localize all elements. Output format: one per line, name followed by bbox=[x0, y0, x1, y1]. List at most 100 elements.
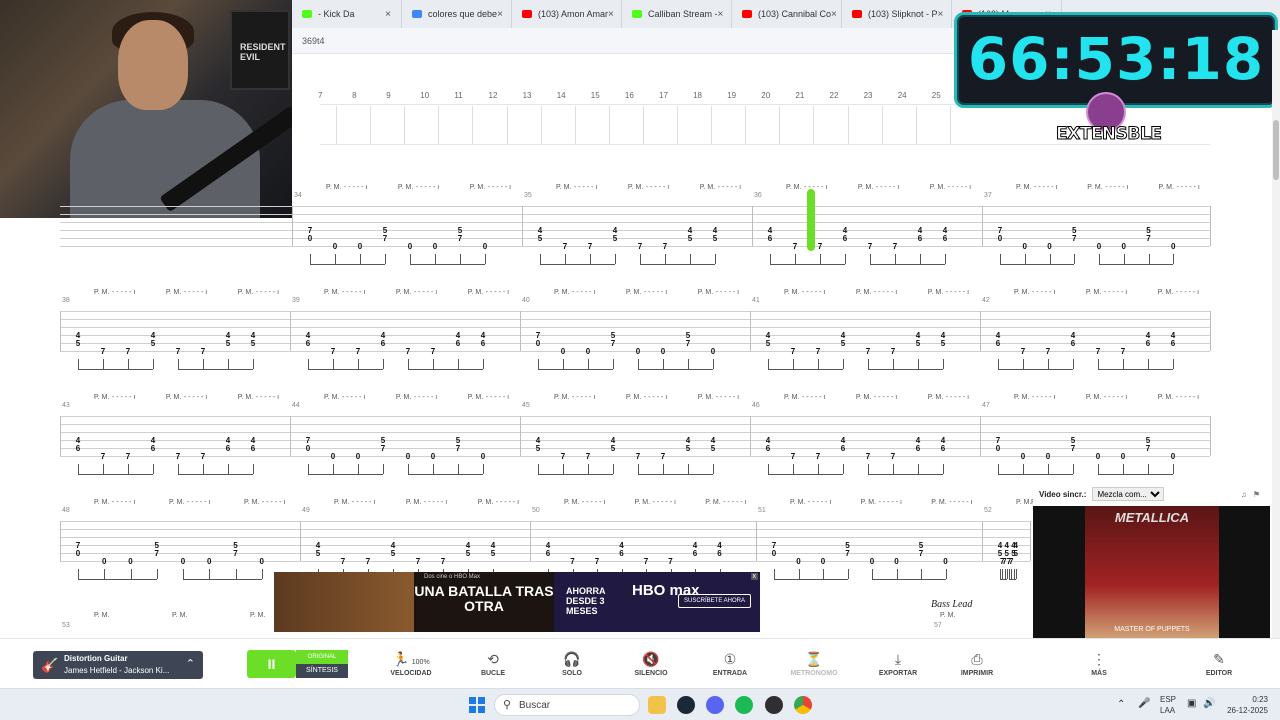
ruler-measure-number[interactable]: 12 bbox=[489, 91, 498, 100]
video-player[interactable]: METALLICA MASTER OF PUPPETS bbox=[1033, 506, 1270, 638]
ruler-measure-number[interactable]: 18 bbox=[693, 91, 702, 100]
tab-note[interactable]: 0 bbox=[179, 557, 187, 566]
language-indicator[interactable]: ESP bbox=[1160, 695, 1176, 704]
tab-note[interactable]: 0 bbox=[996, 234, 1004, 243]
tab-note[interactable]: 0 bbox=[1094, 452, 1102, 461]
tab-note[interactable]: 0 bbox=[127, 557, 135, 566]
tab-note[interactable]: 0 bbox=[306, 234, 314, 243]
tab-note[interactable]: 7 bbox=[889, 347, 897, 356]
tab-note[interactable]: 0 bbox=[1119, 452, 1127, 461]
tab-note[interactable]: 5 bbox=[709, 444, 717, 453]
tab-note[interactable]: 0 bbox=[994, 444, 1002, 453]
ruler-measure-number[interactable]: 17 bbox=[659, 91, 668, 100]
tab-note[interactable]: 0 bbox=[1046, 242, 1054, 251]
tab-note[interactable]: 5 bbox=[149, 339, 157, 348]
tab-note[interactable]: 5 bbox=[609, 444, 617, 453]
tab-note[interactable]: 0 bbox=[1019, 452, 1027, 461]
tab-note[interactable]: 7 bbox=[636, 242, 644, 251]
flag-icon[interactable]: ⚑ bbox=[1253, 490, 1260, 499]
pause-button[interactable]: II bbox=[247, 650, 296, 678]
tab-note[interactable]: 5 bbox=[684, 444, 692, 453]
tab-note[interactable]: 7 bbox=[559, 452, 567, 461]
tab-note[interactable]: 0 bbox=[406, 242, 414, 251]
tab-note[interactable]: 6 bbox=[618, 549, 626, 558]
close-tab-icon[interactable]: × bbox=[831, 9, 837, 20]
tab-note[interactable]: 0 bbox=[431, 242, 439, 251]
tab-note[interactable]: 5 bbox=[74, 339, 82, 348]
ruler-measure-number[interactable]: 15 bbox=[591, 91, 600, 100]
tab-note[interactable]: 7 bbox=[864, 347, 872, 356]
tab-note[interactable]: 0 bbox=[354, 452, 362, 461]
ruler-measure-number[interactable]: 23 bbox=[864, 91, 873, 100]
chrome-icon[interactable] bbox=[794, 696, 812, 714]
audio-mode-toggle[interactable]: ORIGINAL SÍNTESIS bbox=[296, 650, 348, 678]
ruler-measure-number[interactable]: 14 bbox=[557, 91, 566, 100]
tab-note[interactable]: 7 bbox=[456, 234, 464, 243]
tab-note[interactable]: 6 bbox=[479, 339, 487, 348]
tab-note[interactable]: 0 bbox=[1169, 452, 1177, 461]
tab-note[interactable]: 0 bbox=[258, 557, 266, 566]
advertisement-banner[interactable]: Dos cine o HBO Max UNA BATALLA TRAS OTRA… bbox=[274, 572, 760, 632]
tab-note[interactable]: 7 bbox=[866, 242, 874, 251]
tab-note[interactable]: 6 bbox=[149, 444, 157, 453]
tab-note[interactable]: 0 bbox=[304, 444, 312, 453]
tab-note[interactable]: 7 bbox=[381, 234, 389, 243]
tab-note[interactable]: 7 bbox=[199, 347, 207, 356]
tab-note[interactable]: 7 bbox=[124, 347, 132, 356]
browser-tab[interactable]: (103) Amon Amar × bbox=[512, 0, 622, 28]
tab-note[interactable]: 6 bbox=[841, 234, 849, 243]
scrollbar-thumb[interactable] bbox=[1273, 120, 1279, 180]
playback-cursor[interactable] bbox=[807, 189, 815, 251]
tab-note[interactable]: 0 bbox=[479, 452, 487, 461]
tab-note[interactable]: 7 bbox=[99, 452, 107, 461]
tab-note[interactable]: 0 bbox=[868, 557, 876, 566]
clock-date[interactable]: 26-12-2025 bbox=[1218, 706, 1268, 715]
tab-note[interactable]: 7 bbox=[1119, 347, 1127, 356]
tab-note[interactable]: 5 bbox=[764, 339, 772, 348]
tab-note[interactable]: 0 bbox=[634, 347, 642, 356]
tab-note[interactable]: 6 bbox=[1169, 339, 1177, 348]
browser-tab[interactable]: colores que debe × bbox=[402, 0, 512, 28]
tab-note[interactable]: 0 bbox=[534, 339, 542, 348]
tab-note[interactable]: 0 bbox=[770, 549, 778, 558]
tab-note[interactable]: 5 bbox=[611, 234, 619, 243]
tab-note[interactable]: 7 bbox=[153, 549, 161, 558]
ruler-measure-number[interactable]: 8 bbox=[352, 91, 356, 100]
tab-note[interactable]: 5 bbox=[389, 549, 397, 558]
steam-icon[interactable] bbox=[677, 696, 695, 714]
tab-note[interactable]: 6 bbox=[766, 234, 774, 243]
tab-note[interactable]: 7 bbox=[667, 557, 675, 566]
close-tab-icon[interactable]: × bbox=[938, 9, 944, 20]
tab-note[interactable]: 7 bbox=[791, 242, 799, 251]
instrument-selector[interactable]: 🎸 Distortion Guitar James Hetfield - Jac… bbox=[33, 651, 203, 679]
tab-note[interactable]: 0 bbox=[481, 242, 489, 251]
ruler-measure-number[interactable]: 13 bbox=[523, 91, 532, 100]
imprimir-button[interactable]: ⎙ IMPRIMIR bbox=[947, 651, 1007, 677]
tab-note[interactable]: 7 bbox=[1007, 557, 1015, 566]
tab-note[interactable]: 6 bbox=[1144, 339, 1152, 348]
tab-note[interactable]: 0 bbox=[331, 242, 339, 251]
tab-note[interactable]: 5 bbox=[914, 339, 922, 348]
ruler-measure-number[interactable]: 19 bbox=[727, 91, 736, 100]
silencio-button[interactable]: 🔇 SILENCIO bbox=[621, 651, 681, 677]
tab-note[interactable]: 6 bbox=[994, 339, 1002, 348]
close-tab-icon[interactable]: × bbox=[608, 9, 614, 20]
tab-note[interactable]: 6 bbox=[839, 444, 847, 453]
ruler-measure-number[interactable]: 16 bbox=[625, 91, 634, 100]
editor-button[interactable]: ✎ EDITOR bbox=[1189, 651, 1249, 677]
browser-tab[interactable]: (103) Slipknot - P × bbox=[842, 0, 952, 28]
tab-note[interactable]: 7 bbox=[364, 557, 372, 566]
tab-note[interactable]: 5 bbox=[711, 234, 719, 243]
tab-note[interactable]: 5 bbox=[939, 339, 947, 348]
close-tab-icon[interactable]: × bbox=[718, 9, 724, 20]
tab-note[interactable]: 5 bbox=[686, 234, 694, 243]
ruler-measure-number[interactable]: 24 bbox=[898, 91, 907, 100]
tab-note[interactable]: 6 bbox=[716, 549, 724, 558]
tab-note[interactable]: 7 bbox=[661, 242, 669, 251]
speaker-icon[interactable]: 🔊 bbox=[1203, 698, 1215, 709]
tab-note[interactable]: 0 bbox=[356, 242, 364, 251]
tab-note[interactable]: 7 bbox=[99, 347, 107, 356]
close-tab-icon[interactable]: × bbox=[497, 9, 503, 20]
mode-sintesis[interactable]: SÍNTESIS bbox=[296, 664, 348, 678]
tab-note[interactable]: 7 bbox=[1144, 444, 1152, 453]
